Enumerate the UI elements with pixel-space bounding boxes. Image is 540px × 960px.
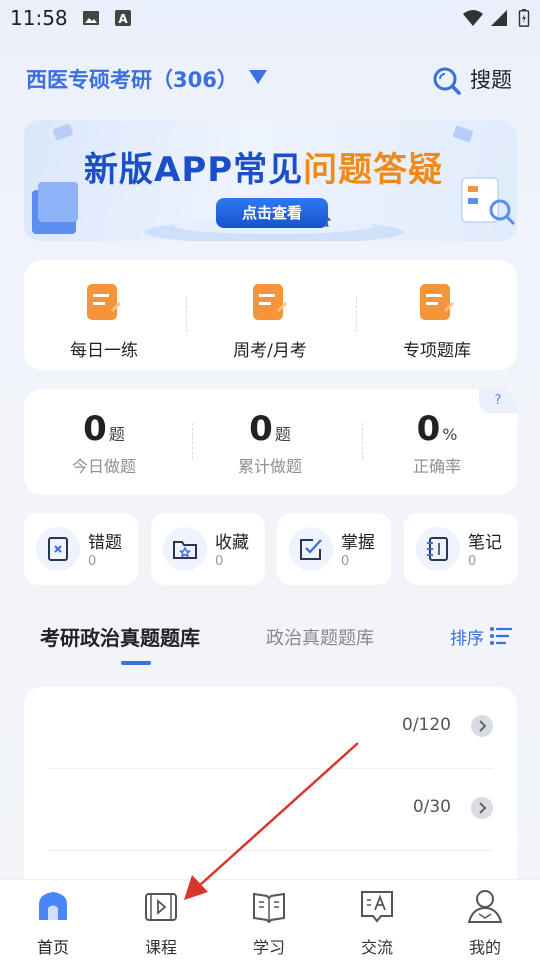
search-icon xyxy=(433,67,461,95)
nav-label: 我的 xyxy=(468,938,501,957)
image-icon xyxy=(83,11,99,25)
tile-label: 笔记 xyxy=(468,533,502,553)
notebook-icon xyxy=(416,527,460,571)
stat-value: 0 xyxy=(83,409,107,449)
notes-tile[interactable]: 笔记 0 xyxy=(404,513,518,585)
active-tab-indicator xyxy=(121,661,151,665)
quick-action-label: 周考/月考 xyxy=(233,341,307,361)
nav-label: 首页 xyxy=(36,938,69,957)
nav-label: 交流 xyxy=(360,938,393,957)
chat-icon xyxy=(361,891,393,923)
promo-banner[interactable]: 新版APP常见问题答疑 点击查看 xyxy=(24,120,517,241)
stat-label: 累计做题 xyxy=(237,457,302,476)
chevron-right-icon[interactable] xyxy=(471,715,493,737)
stat-unit: 题 xyxy=(108,425,125,444)
nav-community[interactable]: 交流 xyxy=(332,888,422,958)
tile-count: 0 xyxy=(468,554,477,569)
battery-icon xyxy=(518,9,530,27)
bottom-navigation: 首页 课程 学习 交流 我的 xyxy=(0,880,540,960)
wrong-question-icon xyxy=(36,527,80,571)
banner-title: 新版APP常见问题答疑 xyxy=(84,150,444,190)
orange-doc-icon xyxy=(87,284,121,320)
nav-label: 课程 xyxy=(144,938,177,957)
mastered-tile[interactable]: 掌握 0 xyxy=(277,513,391,585)
study-book-icon xyxy=(253,892,285,924)
wifi-icon xyxy=(463,10,483,26)
stat-label: 正确率 xyxy=(412,457,461,476)
divider xyxy=(48,850,493,851)
tile-count: 0 xyxy=(215,554,224,569)
chevron-right-icon[interactable] xyxy=(471,797,493,819)
stats-card: ? 0题 今日做题 0题 累计做题 0% 正确率 xyxy=(24,389,517,495)
stat-value: 0 xyxy=(249,409,273,449)
signal-icon xyxy=(491,10,507,26)
quick-actions-card: 每日一练 周考/月考 专项题库 xyxy=(24,260,517,370)
status-time: 11:58 xyxy=(10,6,68,30)
tile-label: 掌握 xyxy=(341,533,375,553)
stat-unit: % xyxy=(442,425,458,444)
stat-accuracy: 0% 正确率 xyxy=(357,409,517,477)
special-question-bank-button[interactable]: 专项题库 xyxy=(357,282,517,361)
list-item[interactable]: 0/120 xyxy=(48,687,493,767)
stat-value: 0 xyxy=(416,409,441,449)
search-label: 搜题 xyxy=(470,68,512,92)
daily-practice-button[interactable]: 每日一练 xyxy=(24,282,184,361)
svg-text:A: A xyxy=(118,12,128,26)
tile-label: 收藏 xyxy=(215,533,249,553)
favorites-tile[interactable]: 收藏 0 xyxy=(151,513,265,585)
tab-politics-question-bank[interactable]: 政治真题题库 xyxy=(266,624,374,650)
weekly-monthly-exam-button[interactable]: 周考/月考 xyxy=(190,282,350,361)
quick-action-label: 专项题库 xyxy=(403,341,471,361)
wrong-questions-tile[interactable]: 错题 0 xyxy=(24,513,138,585)
search-button[interactable]: 搜题 xyxy=(432,62,532,96)
tile-count: 0 xyxy=(88,554,97,569)
nav-label: 学习 xyxy=(252,938,285,957)
sort-button[interactable]: 排序 xyxy=(450,624,484,649)
nav-home[interactable]: 首页 xyxy=(8,888,98,958)
divider xyxy=(186,296,187,332)
header: 西医专硕考研（306） 搜题 xyxy=(0,58,540,100)
tile-count: 0 xyxy=(341,554,350,569)
progress-text: 0/30 xyxy=(412,797,451,817)
course-video-icon xyxy=(145,893,177,921)
list-item[interactable]: 0/30 xyxy=(48,769,493,849)
question-bank-tabs: 考研政治真题题库 政治真题题库 排序 xyxy=(0,618,540,668)
dropdown-triangle-icon[interactable] xyxy=(248,68,268,86)
exam-selector[interactable]: 西医专硕考研（306） xyxy=(26,64,238,94)
sort-list-icon[interactable] xyxy=(490,626,512,646)
nav-course[interactable]: 课程 xyxy=(116,888,206,958)
a-notification-icon: A xyxy=(115,10,131,26)
stat-label: 今日做题 xyxy=(71,457,136,476)
stat-unit: 题 xyxy=(274,425,291,444)
stat-today: 0题 今日做题 xyxy=(24,409,184,477)
mastered-check-icon xyxy=(289,527,333,571)
orange-doc-icon xyxy=(253,284,287,320)
quick-action-label: 每日一练 xyxy=(70,341,138,361)
progress-text: 0/120 xyxy=(402,715,451,735)
nav-study[interactable]: 学习 xyxy=(224,888,314,958)
orange-doc-icon xyxy=(420,284,454,320)
nav-profile[interactable]: 我的 xyxy=(440,888,530,958)
favorite-folder-icon xyxy=(163,527,207,571)
banner-view-button[interactable]: 点击查看 xyxy=(216,198,328,228)
tile-label: 错题 xyxy=(88,533,122,553)
status-bar: 11:58 A xyxy=(0,0,540,36)
tab-politics-real-questions[interactable]: 考研政治真题题库 xyxy=(40,622,200,651)
stat-total: 0题 累计做题 xyxy=(190,409,350,477)
profile-icon xyxy=(467,890,503,923)
home-icon xyxy=(39,892,67,920)
